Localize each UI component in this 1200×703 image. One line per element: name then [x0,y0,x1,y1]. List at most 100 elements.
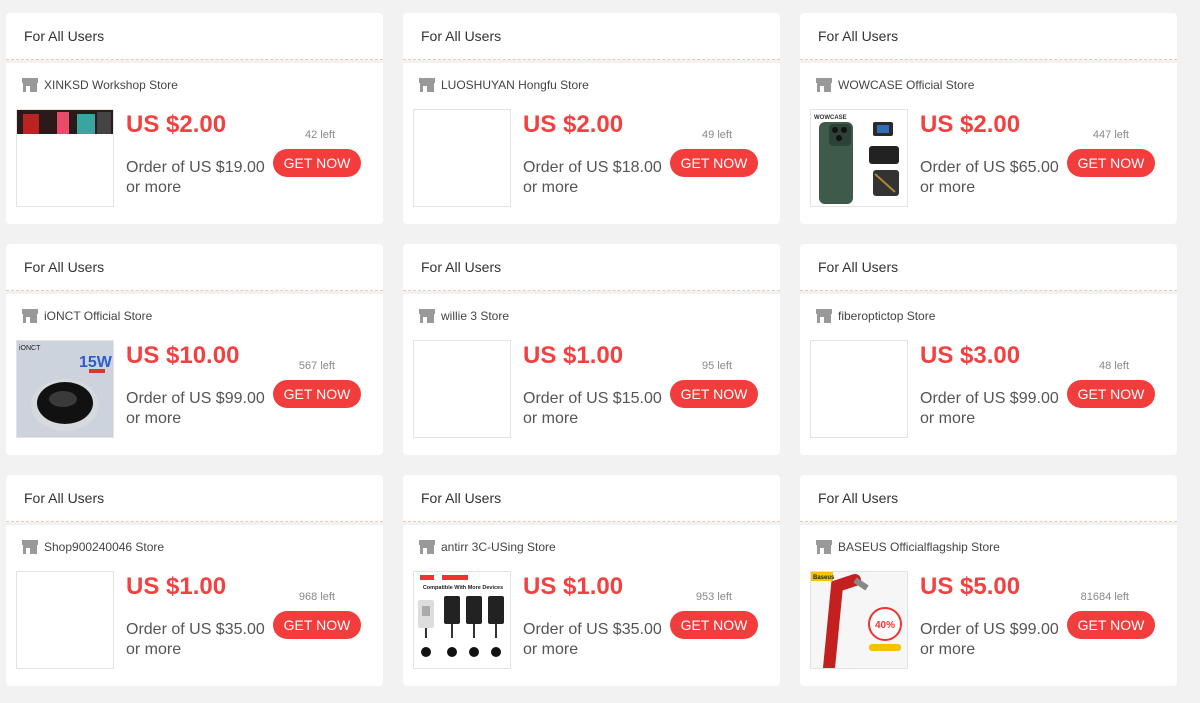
coupon-audience-label: For All Users [818,490,899,506]
min-order-text: Order of US $99.00 or more [126,390,265,427]
get-now-button[interactable]: GET NOW [670,149,758,177]
store-link[interactable]: antirr 3C-USing Store [418,538,556,556]
thumb-caption-text: Compatible With More Devices [423,585,503,591]
coupon-audience-label: For All Users [421,490,502,506]
coupon-header: For All Users [800,244,1177,291]
product-thumbnail[interactable]: WOWCASE [810,109,908,207]
get-now-button[interactable]: GET NOW [273,380,361,408]
store-icon [816,309,832,323]
product-thumbnail[interactable] [413,340,511,438]
product-thumbnail[interactable] [16,109,114,207]
coupon-audience-label: For All Users [24,28,105,44]
coupon-body: antirr 3C-USing Store Compatible With Mo… [403,525,780,686]
store-link[interactable]: Shop900240046 Store [21,538,164,556]
product-thumbnail[interactable] [413,109,511,207]
store-name: Shop900240046 Store [44,540,165,554]
store-link[interactable]: BASEUS Officialflagship Store [815,538,1000,556]
coupon-audience-label: For All Users [818,259,899,275]
store-name: BASEUS Officialflagship Store [838,540,1000,554]
min-order-text: Order of US $35.00 or more [126,621,265,658]
coupon-card: For All Users willie 3 Store US $1.00 Or… [403,244,780,455]
min-order-text: Order of US $18.00 or more [523,159,662,196]
coupon-card: For All Users LUOSHUYAN Hongfu Store US … [403,13,780,224]
store-icon [22,540,38,554]
get-now-button[interactable]: GET NOW [1067,611,1155,639]
remaining-count: 953 left [695,591,732,603]
min-order-text: Order of US $99.00 or more [920,390,1059,427]
coupon-value: US $2.00 [126,111,227,138]
store-icon [419,540,435,554]
product-thumbnail[interactable]: iONCT 15W [16,340,114,438]
coupon-body: iONCT Official Store iONCT 15W US $10.00… [6,294,383,455]
get-now-button[interactable]: GET NOW [273,149,361,177]
get-now-button[interactable]: GET NOW [273,611,361,639]
coupon-body: BASEUS Officialflagship Store Baseus 40%… [800,525,1177,686]
store-icon [419,309,435,323]
coupon-body: fiberoptictop Store US $3.00 Order of US… [800,294,1177,455]
coupon-audience-label: For All Users [24,259,105,275]
thumb-brand-text: WOWCASE [814,115,847,121]
store-link[interactable]: iONCT Official Store [21,307,152,325]
coupon-header: For All Users [800,13,1177,60]
store-link[interactable]: WOWCASE Official Store [815,76,974,94]
coupon-value: US $1.00 [126,573,227,600]
get-now-button[interactable]: GET NOW [1067,149,1155,177]
remaining-count: 447 left [1092,129,1129,141]
coupon-body: Shop900240046 Store US $1.00 Order of US… [6,525,383,686]
coupon-card: For All Users antirr 3C-USing Store Comp… [403,475,780,686]
remaining-count: 95 left [702,360,732,372]
store-link[interactable]: willie 3 Store [418,307,509,325]
store-link[interactable]: XINKSD Workshop Store [21,76,178,94]
remaining-count: 48 left [1099,360,1129,372]
coupon-audience-label: For All Users [24,490,105,506]
coupon-grid: For All Users XINKSD Workshop Store US $… [0,0,1200,703]
coupon-value: US $5.00 [920,573,1021,600]
product-thumbnail[interactable]: Compatible With More Devices [413,571,511,669]
coupon-header: For All Users [800,475,1177,522]
coupon-body: LUOSHUYAN Hongfu Store US $2.00 Order of… [403,63,780,224]
min-order-text: Order of US $19.00 or more [126,159,265,196]
coupon-card: For All Users fiberoptictop Store US $3.… [800,244,1177,455]
store-icon [22,309,38,323]
store-name: XINKSD Workshop Store [44,78,178,92]
coupon-audience-label: For All Users [818,28,899,44]
remaining-count: 49 left [702,129,732,141]
coupon-card: For All Users XINKSD Workshop Store US $… [6,13,383,224]
coupon-value: US $10.00 [126,342,240,369]
store-name: iONCT Official Store [44,309,153,323]
coupon-header: For All Users [6,13,383,60]
product-thumbnail[interactable] [16,571,114,669]
coupon-value: US $1.00 [523,573,624,600]
get-now-button[interactable]: GET NOW [1067,380,1155,408]
coupon-audience-label: For All Users [421,28,502,44]
coupon-card: For All Users Shop900240046 Store US $1.… [6,475,383,686]
store-name: fiberoptictop Store [838,309,936,323]
get-now-button[interactable]: GET NOW [670,611,758,639]
coupon-value: US $1.00 [523,342,624,369]
coupon-header: For All Users [6,475,383,522]
coupon-value: US $2.00 [920,111,1021,138]
store-link[interactable]: fiberoptictop Store [815,307,935,325]
remaining-count: 42 left [305,129,335,141]
product-thumbnail[interactable] [810,340,908,438]
coupon-card: For All Users WOWCASE Official Store WOW… [800,13,1177,224]
remaining-count: 567 left [298,360,335,372]
thumb-badge-text: 40% [875,620,895,631]
coupon-header: For All Users [403,475,780,522]
store-icon [816,78,832,92]
remaining-count: 968 left [298,591,335,603]
thumb-power-text: 15W [79,354,113,371]
coupon-header: For All Users [6,244,383,291]
store-link[interactable]: LUOSHUYAN Hongfu Store [418,76,589,94]
store-icon [816,540,832,554]
product-thumbnail[interactable]: Baseus 40% [810,571,908,669]
min-order-text: Order of US $35.00 or more [523,621,662,658]
coupon-header: For All Users [403,13,780,60]
get-now-button[interactable]: GET NOW [670,380,758,408]
remaining-count: 81684 left [1080,591,1129,603]
store-icon [419,78,435,92]
store-name: willie 3 Store [441,309,510,323]
store-icon [22,78,38,92]
store-name: antirr 3C-USing Store [441,540,556,554]
store-name: WOWCASE Official Store [838,78,975,92]
